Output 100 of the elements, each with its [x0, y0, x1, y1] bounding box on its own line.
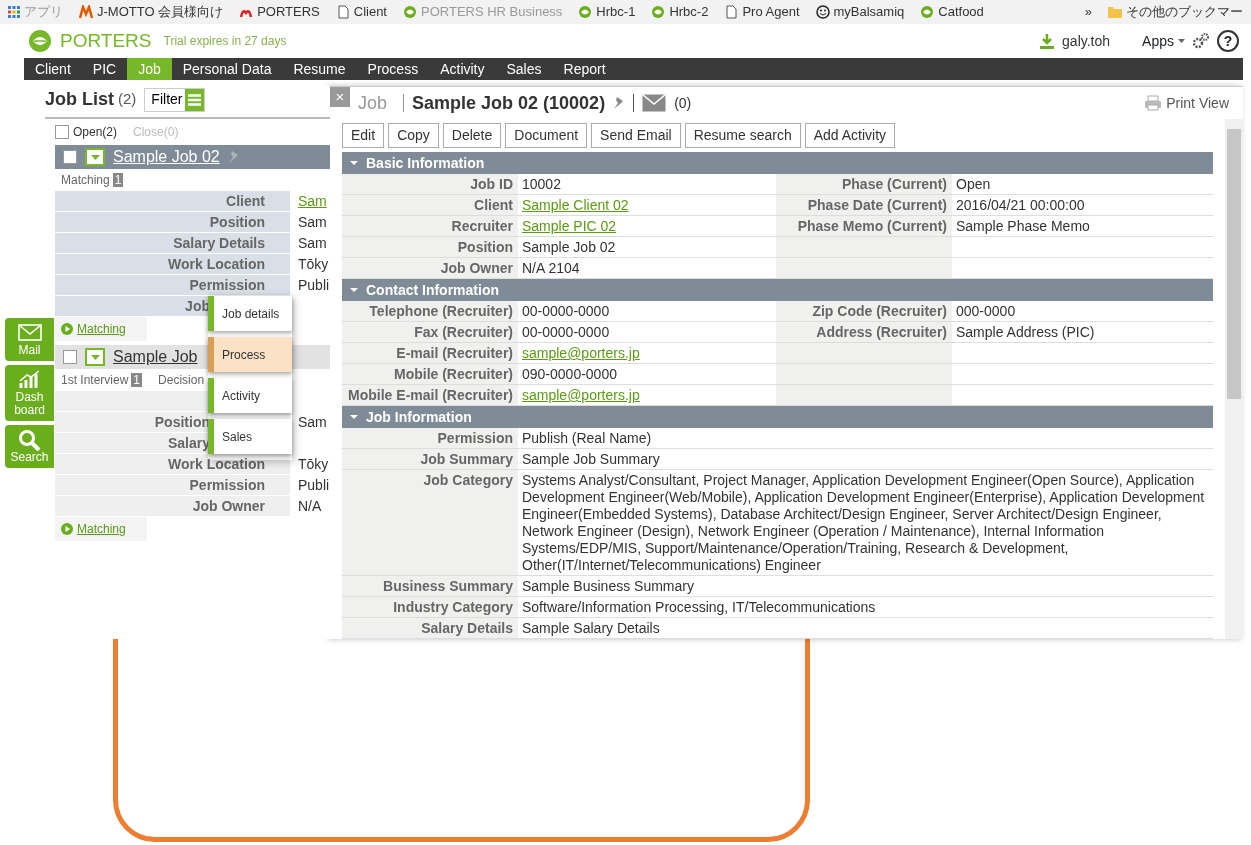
- menu-item[interactable]: Activity: [208, 378, 292, 413]
- field-label: Zip Code (Recruiter): [812, 303, 947, 319]
- folder-icon[interactable]: [1108, 6, 1122, 18]
- field-label: Job Owner: [440, 260, 513, 276]
- field-label: Client: [474, 197, 513, 213]
- bookmark-folder[interactable]: その他のブックマー: [1126, 2, 1243, 22]
- field-link[interactable]: sample@porters.jp: [522, 387, 640, 403]
- dropdown-button[interactable]: [85, 148, 105, 166]
- field-label: Job Owner: [192, 498, 265, 514]
- caret-icon: [350, 286, 358, 294]
- field-link[interactable]: sample@porters.jp: [522, 345, 640, 361]
- open-filter-checkbox[interactable]: Open(2): [55, 123, 118, 141]
- field-label: Mobile (Recruiter): [394, 366, 513, 382]
- scrollbar[interactable]: [1225, 119, 1243, 639]
- help-button[interactable]: ?: [1217, 30, 1239, 52]
- menu-item[interactable]: Sales: [208, 419, 292, 454]
- action-button[interactable]: Document: [505, 123, 588, 148]
- field-value: 00-0000-0000: [522, 303, 610, 319]
- nav-tab[interactable]: Process: [356, 58, 430, 80]
- field-label: Industry Category: [393, 599, 513, 615]
- bookmark-link[interactable]: J-MOTTO 会員様向け: [97, 2, 224, 22]
- job-title-link[interactable]: Sample Job: [113, 345, 198, 369]
- more-bookmarks-button[interactable]: »: [1084, 2, 1092, 22]
- field-value: Sample Job 02: [522, 239, 616, 255]
- job-checkbox[interactable]: [63, 150, 77, 164]
- field-label: Position: [209, 214, 265, 230]
- nav-tab[interactable]: Sales: [495, 58, 553, 80]
- filter-button[interactable]: Filter: [144, 87, 206, 112]
- nav-tab[interactable]: Resume: [282, 58, 357, 80]
- envelope-icon[interactable]: [642, 94, 667, 112]
- page-icon[interactable]: [335, 5, 350, 19]
- caret-icon: [90, 154, 100, 160]
- field-label: Client: [226, 193, 265, 209]
- action-button[interactable]: Copy: [388, 123, 439, 148]
- field-label: Work Location: [168, 256, 265, 272]
- field-label: Permission: [189, 477, 265, 493]
- field-label: Position: [457, 239, 513, 255]
- action-button[interactable]: Add Activity: [804, 123, 896, 148]
- search-icon: [16, 429, 43, 451]
- field-link[interactable]: Sam: [298, 193, 327, 209]
- nav-tab[interactable]: Report: [552, 58, 617, 80]
- apps-menu[interactable]: Apps: [1142, 30, 1185, 52]
- download-icon[interactable]: [1040, 33, 1055, 49]
- caret-icon: [90, 354, 100, 360]
- tag-label: Decision: [158, 373, 205, 387]
- menu-item[interactable]: Job details: [208, 296, 292, 331]
- nav-tab[interactable]: PIC: [81, 58, 128, 80]
- field-link[interactable]: Sample Client 02: [522, 197, 629, 213]
- job-checkbox[interactable]: [63, 350, 77, 364]
- printer-icon: [1144, 95, 1163, 111]
- field-label: Salary Details: [173, 235, 265, 251]
- field-value: 090-0000-0000: [522, 366, 617, 382]
- menu-item[interactable]: Process: [208, 337, 292, 372]
- bookmark-link[interactable]: Hrbc-2: [669, 2, 709, 22]
- field-label: Phase Date (Current): [807, 197, 947, 213]
- bookmark-link[interactable]: Pro Agent: [742, 2, 800, 22]
- bookmark-link[interactable]: myBalsamiq: [833, 2, 905, 22]
- print-view-button[interactable]: Print View: [1138, 91, 1235, 115]
- field-label: Permission: [189, 277, 265, 293]
- field-value: Sample Salary Details: [522, 620, 660, 636]
- smiley-icon[interactable]: [815, 5, 830, 19]
- action-button[interactable]: Send Email: [591, 123, 681, 148]
- field-value: N/A 2104: [522, 260, 580, 276]
- bookmark-link[interactable]: Catfood: [938, 2, 984, 22]
- caret-icon: [350, 159, 358, 167]
- field-label: Recruiter: [451, 218, 513, 234]
- play-circle-icon: [61, 323, 73, 335]
- field-label: Phase Memo (Current): [797, 218, 947, 234]
- bookmark-link[interactable]: Hrbc-1: [596, 2, 636, 22]
- letter-m-icon[interactable]: [79, 5, 93, 19]
- nav-tab[interactable]: Personal Data: [171, 58, 283, 80]
- field-label: Permission: [437, 430, 513, 446]
- field-value: 10002: [522, 176, 561, 192]
- field-value: 00-0000-0000: [522, 324, 610, 340]
- user-name[interactable]: galy.toh: [1062, 30, 1111, 52]
- caret-icon: [350, 413, 358, 421]
- field-value: Open: [956, 176, 991, 192]
- field-label: Phase (Current): [841, 176, 947, 192]
- field-label: Work Location: [168, 456, 265, 472]
- apps-grid-icon[interactable]: [8, 6, 20, 18]
- field-label: Job Summary: [420, 451, 513, 467]
- field-link[interactable]: Sample PIC 02: [522, 218, 617, 234]
- action-button[interactable]: Delete: [442, 123, 502, 148]
- field-value: Sample Business Summary: [522, 578, 694, 594]
- bookmark-link[interactable]: PORTERS: [257, 2, 320, 22]
- field-value: 2016/04/21 00:00:00: [956, 197, 1085, 213]
- field-label: Salary Details: [421, 620, 513, 636]
- field-value: N/A: [298, 498, 322, 514]
- tag-label: 1st Interview: [61, 373, 129, 387]
- field-value: Sample Job Summary: [522, 451, 660, 467]
- action-button[interactable]: Resume search: [684, 123, 801, 148]
- caret-icon: [1178, 39, 1185, 43]
- dropdown-button[interactable]: [85, 348, 105, 366]
- action-button[interactable]: Edit: [342, 123, 385, 148]
- nav-tab[interactable]: Client: [24, 58, 82, 80]
- page-icon[interactable]: [724, 5, 739, 19]
- field-value: Sam: [298, 235, 327, 251]
- bookmark-link[interactable]: Client: [353, 2, 387, 22]
- nav-tab[interactable]: Activity: [429, 58, 496, 80]
- record-title: Sample Job 02 (10002): [412, 91, 606, 115]
